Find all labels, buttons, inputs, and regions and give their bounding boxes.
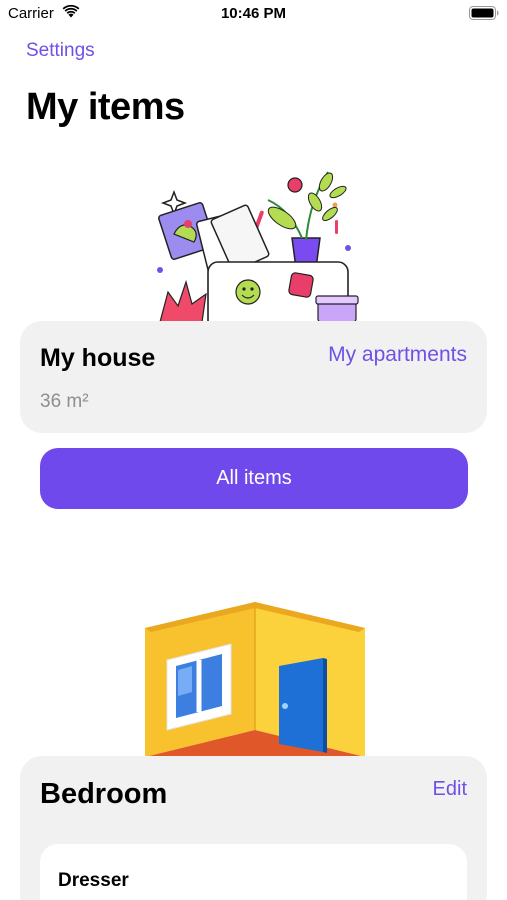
house-name: My house <box>40 344 156 372</box>
clock: 10:46 PM <box>220 5 287 22</box>
house-area: 36 m² <box>40 391 89 412</box>
status-bar: Carrier 10:46 PM <box>0 0 507 30</box>
room-name: Bedroom <box>40 778 168 810</box>
page-title: My items <box>26 86 185 128</box>
edit-room-button[interactable]: Edit <box>433 778 467 801</box>
room-card: Bedroom Edit Dresser <box>20 756 487 900</box>
settings-link[interactable]: Settings <box>26 40 95 62</box>
room-illustration <box>145 602 365 757</box>
item-name: Dresser <box>58 870 129 891</box>
my-apartments-link[interactable]: My apartments <box>328 343 467 367</box>
all-items-button[interactable]: All items <box>40 448 468 509</box>
house-card[interactable]: My house 36 m² My apartments <box>20 321 487 433</box>
battery-icon <box>469 6 499 20</box>
list-item[interactable]: Dresser <box>40 844 467 900</box>
house-items-illustration <box>157 171 359 322</box>
